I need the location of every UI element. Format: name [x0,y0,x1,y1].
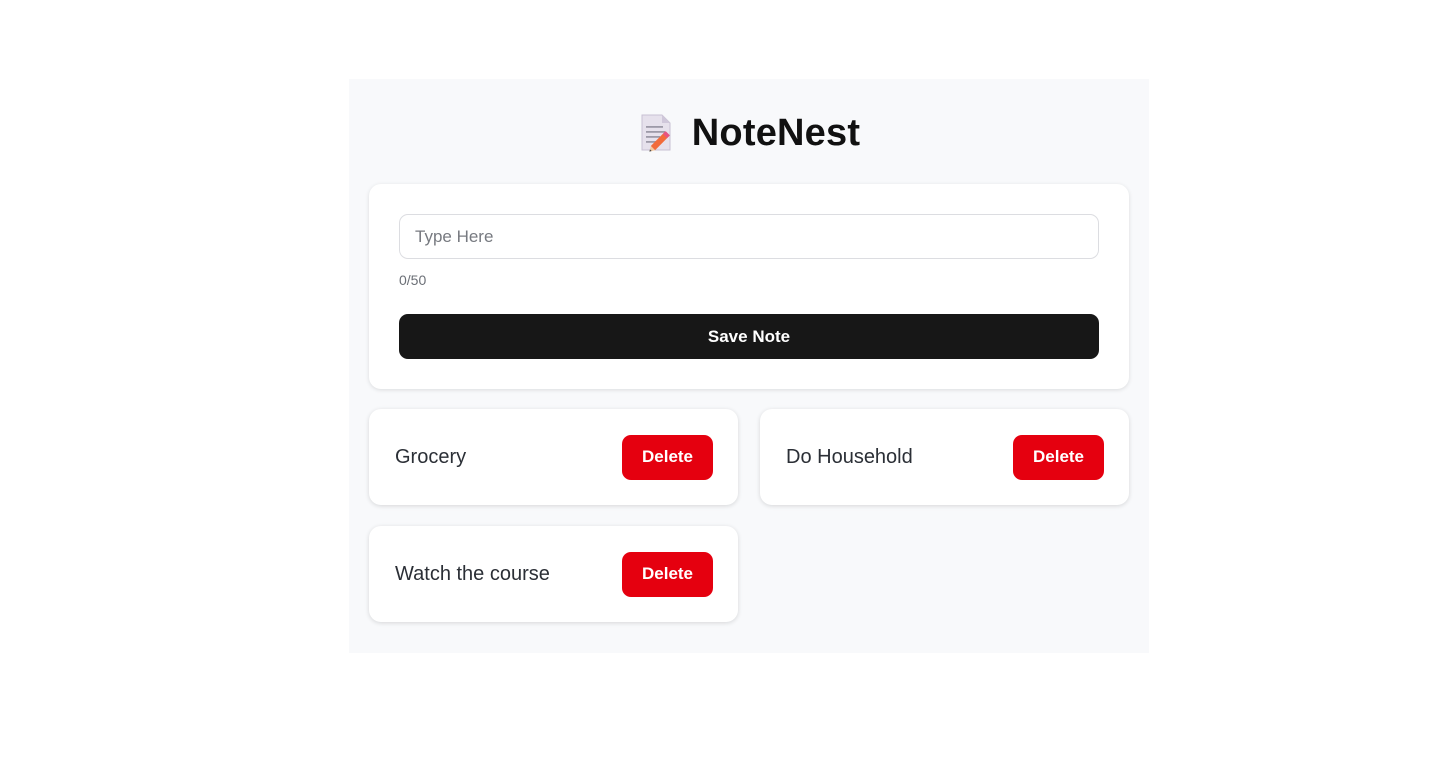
memo-pencil-icon [641,114,671,152]
notes-grid: Grocery Delete Do Household Delete Watch… [369,409,1129,622]
note-text: Watch the course [395,562,550,585]
delete-button[interactable]: Delete [622,551,713,597]
note-composer: 0/50 Save Note [369,184,1129,389]
delete-button[interactable]: Delete [1013,434,1104,480]
note-text: Grocery [395,445,467,468]
app-panel: NoteNest 0/50 Save Note Grocery Delete D… [349,79,1149,653]
note-card: Grocery Delete [369,409,738,505]
note-card: Do Household Delete [760,409,1129,505]
save-note-button[interactable]: Save Note [399,314,1099,359]
app-title: NoteNest [691,111,861,154]
character-counter: 0/50 [399,272,427,288]
note-text: Do Household [786,445,913,468]
note-input[interactable] [399,214,1099,259]
header: NoteNest [349,111,1149,155]
delete-button[interactable]: Delete [622,434,713,480]
note-card: Watch the course Delete [369,526,738,622]
